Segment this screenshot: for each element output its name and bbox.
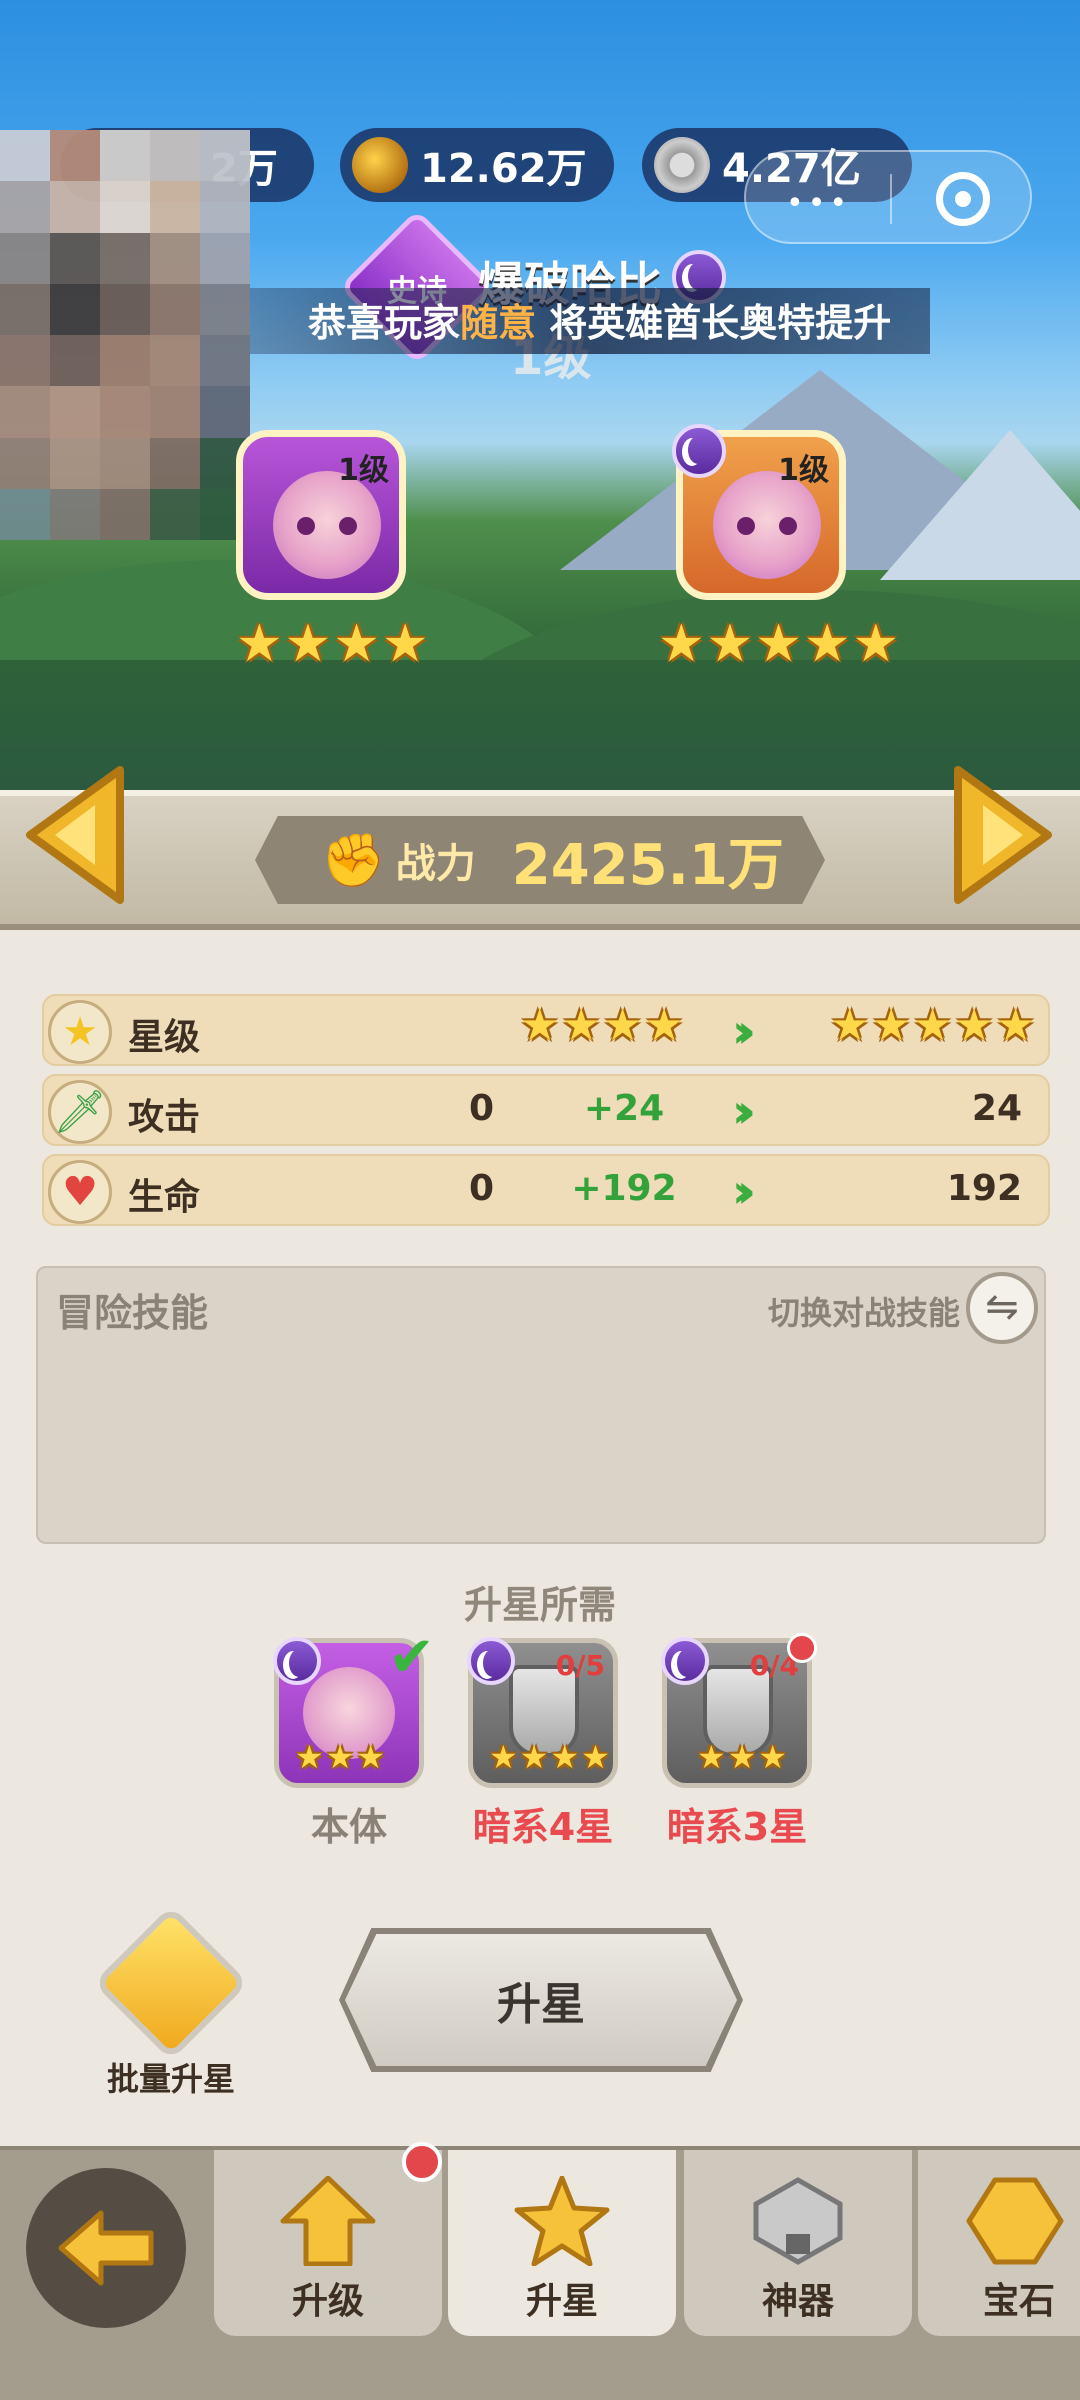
portrait-level: 1级 xyxy=(338,453,389,488)
tab-label: 神器 xyxy=(761,2281,834,2322)
currency-pill-gold[interactable]: 12.62万 xyxy=(340,128,614,202)
level-up-icon xyxy=(280,2176,376,2266)
dark-moon-icon xyxy=(467,1637,515,1685)
power-label: 战力 xyxy=(395,841,476,887)
stat-current: 0 xyxy=(468,1168,494,1209)
skill-panel: 冒险技能 切换对战技能 ⇋ xyxy=(36,1266,1046,1544)
stat-next: 192 xyxy=(946,1168,1022,1209)
req-card-dark4[interactable]: 0/5 ★ ★ ★ ★ xyxy=(467,1637,618,1788)
power-display: ✊ 战力 2425.1万 xyxy=(255,816,825,904)
tab-label: 宝石 xyxy=(982,2281,1055,2322)
star-icon: ★ xyxy=(284,614,332,674)
batch-label: 批量升星 xyxy=(106,2060,235,2098)
star-icon: ★ xyxy=(658,614,705,674)
stat-row-stars: ★ 星级 ★ ★ ★ ★ ›› ★ ★ ★ ★ ★ xyxy=(42,994,1050,1066)
tab-gem[interactable]: 宝石 xyxy=(918,2150,1080,2336)
tab-artifact[interactable]: 神器 xyxy=(684,2150,912,2336)
ground xyxy=(0,660,1080,790)
dark-moon-icon xyxy=(273,1637,321,1685)
divider xyxy=(890,174,892,224)
back-button[interactable] xyxy=(26,2168,186,2328)
notification-dot xyxy=(787,1633,817,1663)
check-icon: ✔ xyxy=(388,1625,435,1690)
stat-current-stars: ★ ★ ★ ★ xyxy=(520,1000,684,1051)
stat-name: 星级 xyxy=(128,1017,201,1058)
ticker-player: 随意 xyxy=(460,301,537,345)
next-stars: ★ ★ ★ ★ ★ xyxy=(658,618,899,670)
artifact-locked-icon xyxy=(753,2177,843,2265)
gold-ore-icon xyxy=(352,137,408,193)
req-label-dark4: 暗系4星 xyxy=(472,1805,614,1849)
req-count: 0/5 xyxy=(555,1649,605,1682)
req-stars: ★ ★ ★ xyxy=(295,1738,386,1776)
portrait-level: 1级 xyxy=(778,453,829,488)
switch-skill-label[interactable]: 切换对战技能 xyxy=(768,1288,960,1334)
skill-title: 冒险技能 xyxy=(56,1291,209,1335)
star-icon: ★ xyxy=(48,1000,112,1064)
stat-name: 生命 xyxy=(128,1177,201,1218)
chevron-right-icon: ›› xyxy=(732,1164,756,1218)
coin-icon xyxy=(654,137,710,193)
stat-name: 攻击 xyxy=(128,1097,201,1138)
star-icon: ★ xyxy=(706,614,754,674)
req-stars: ★ ★ ★ xyxy=(697,1738,788,1776)
stat-current: 0 xyxy=(468,1088,494,1129)
star-up-icon xyxy=(514,2176,610,2266)
req-card-self[interactable]: ✔ ★ ★ ★ xyxy=(273,1625,435,1788)
next-hero-button[interactable] xyxy=(948,760,1058,910)
stat-next-stars: ★ ★ ★ ★ ★ xyxy=(830,1000,1036,1051)
req-label-self: 本体 xyxy=(310,1805,387,1849)
gem-icon xyxy=(966,2177,1064,2265)
ticker-suffix: 将英雄酋长奥特提升 xyxy=(549,301,892,345)
currency-value: 12.62万 xyxy=(420,146,587,192)
batch-star-up-button[interactable]: 批量升星 xyxy=(93,1905,249,2100)
hero-portrait-current: 1级 xyxy=(236,430,406,600)
stat-row-attack: 🗡 攻击 0 +24 ›› 24 xyxy=(42,1074,1050,1146)
ticker-prefix: 恭喜玩家 xyxy=(308,301,461,345)
power-value: 2425.1万 xyxy=(511,832,784,898)
req-card-dark3[interactable]: 0/4 ★ ★ ★ xyxy=(661,1633,817,1788)
miniprogram-capsule: ••• xyxy=(744,150,1032,244)
chevron-right-icon: ›› xyxy=(732,1084,756,1138)
prev-hero-button[interactable] xyxy=(20,760,130,910)
arrow-right-icon xyxy=(954,766,1052,904)
notification-dot xyxy=(402,2142,442,2182)
star-icon: ★ xyxy=(236,614,283,674)
arrow-left-icon xyxy=(26,766,124,904)
announcement-text: 恭喜玩家随意 将英雄酋长奥特提升 xyxy=(308,292,891,347)
star-icon: ★ xyxy=(755,614,802,674)
star-icon: ★ xyxy=(803,614,851,674)
tab-label: 升星 xyxy=(525,2281,598,2322)
requirements-title: 升星所需 xyxy=(463,1583,616,1627)
stat-increase: +24 xyxy=(583,1088,665,1129)
stat-row-health: ♥ 生命 0 +192 ›› 192 xyxy=(42,1154,1050,1226)
dark-moon-icon xyxy=(661,1637,709,1685)
tab-level-up[interactable]: 升级 xyxy=(214,2150,442,2336)
star-icon: ★ xyxy=(333,614,380,674)
blurred-avatar xyxy=(0,130,250,540)
tab-label: 升级 xyxy=(291,2281,364,2322)
switch-skill-icon[interactable]: ⇋ xyxy=(966,1272,1038,1344)
star-up-button[interactable]: 升星 xyxy=(345,1934,737,2066)
sword-icon: 🗡 xyxy=(48,1080,112,1144)
chevron-right-icon: ›› xyxy=(732,1004,756,1058)
current-stars: ★ ★ ★ ★ xyxy=(236,618,429,670)
req-label-dark3: 暗系3星 xyxy=(666,1805,808,1849)
req-stars: ★ ★ ★ ★ xyxy=(489,1738,610,1776)
close-program-icon[interactable] xyxy=(936,172,990,226)
dark-moon-icon xyxy=(672,424,726,478)
stat-increase: +192 xyxy=(571,1168,677,1209)
fist-icon: ✊ xyxy=(321,830,386,891)
star-icon: ★ xyxy=(852,614,900,674)
heart-icon: ♥ xyxy=(48,1160,112,1224)
more-menu-icon[interactable]: ••• xyxy=(786,186,851,221)
batch-star-icon xyxy=(93,1905,249,2061)
back-arrow-icon xyxy=(58,2210,154,2286)
tab-star-up[interactable]: 升星 xyxy=(448,2150,676,2336)
stat-next: 24 xyxy=(971,1088,1022,1129)
star-icon: ★ xyxy=(381,614,429,674)
